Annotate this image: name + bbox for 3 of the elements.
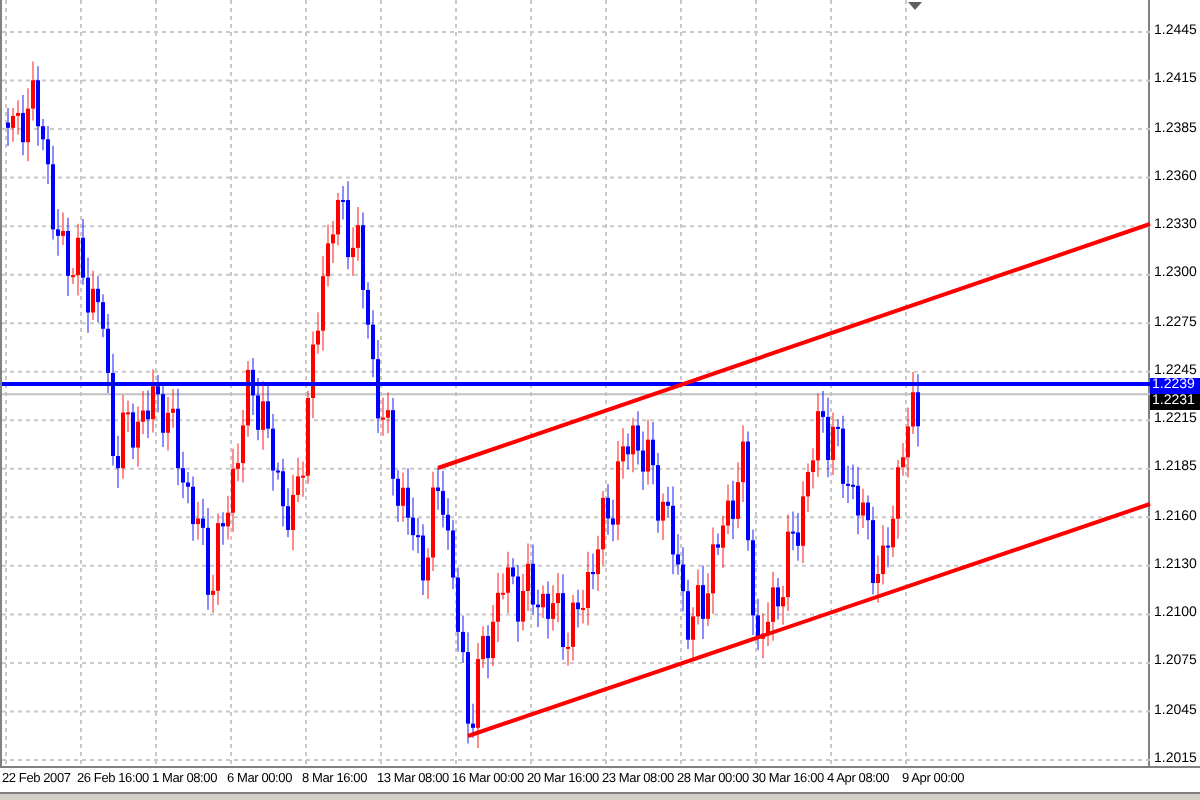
triangle-icon[interactable]	[908, 2, 922, 10]
lower-trend-line[interactable]	[466, 502, 1152, 738]
upper-trend-line[interactable]	[436, 222, 1152, 470]
